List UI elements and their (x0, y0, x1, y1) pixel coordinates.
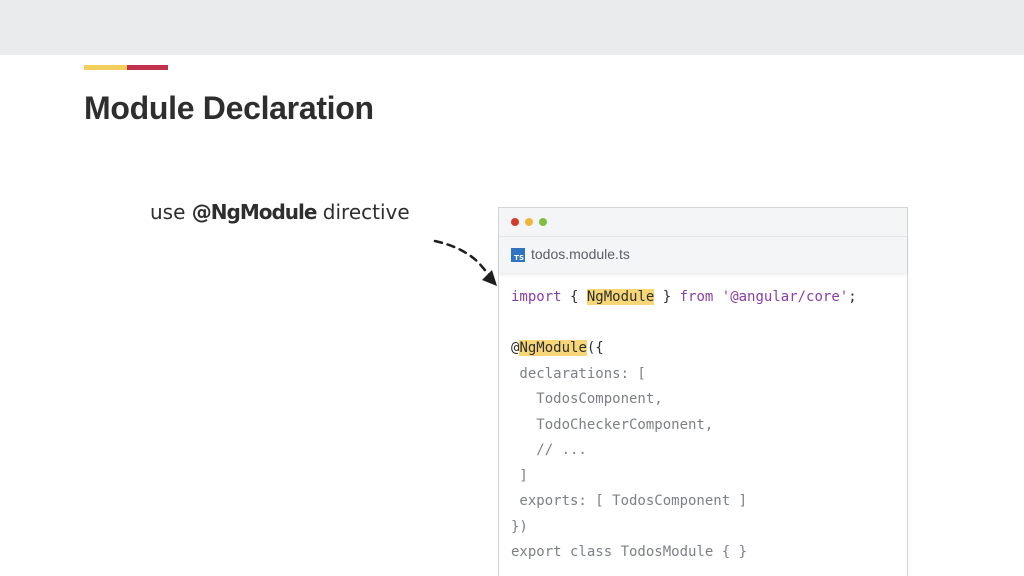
typescript-file-icon: TS (511, 248, 525, 262)
code-token: { (561, 289, 587, 305)
code-token-highlight: NgModule (519, 340, 587, 356)
tab-filename: todos.module.ts (531, 246, 630, 262)
code-line: export class TodosModule { } (511, 544, 748, 560)
code-token: '@angular/core' (721, 289, 849, 305)
editor-tab[interactable]: TS todos.module.ts (499, 236, 907, 273)
code-editor-window: TS todos.module.ts import { NgModule } f… (498, 207, 908, 576)
code-token: from (679, 289, 714, 305)
maximize-dot-icon[interactable] (539, 218, 547, 226)
slide-title: Module Declaration (84, 90, 374, 126)
close-dot-icon[interactable] (511, 218, 519, 226)
code-token: } (654, 289, 680, 305)
code-block: import { NgModule } from '@angular/core'… (511, 285, 857, 566)
annotation-text: use @NgModule directive (150, 200, 410, 224)
code-line: }) (511, 518, 528, 535)
accent-bar-yellow (84, 65, 127, 70)
code-token: import (511, 289, 562, 305)
minimize-dot-icon[interactable] (525, 218, 533, 226)
editor-titlebar (499, 208, 907, 236)
code-line: declarations: [ (511, 365, 646, 382)
annotation-prefix: use (150, 200, 192, 224)
code-token: ; (848, 289, 857, 305)
code-line: @NgModule({ (511, 336, 857, 362)
code-line: ] (511, 467, 528, 484)
annotation-suffix: directive (316, 200, 410, 224)
annotation-emphasis: @NgModule (191, 200, 318, 224)
code-line: // ... (511, 442, 587, 458)
code-token: ({ (586, 340, 604, 356)
code-line: import { NgModule } from '@angular/core'… (511, 285, 857, 311)
code-line: TodoCheckerComponent, (511, 416, 714, 433)
top-band (0, 0, 1024, 55)
code-line: exports: [ TodosComponent ] (511, 493, 748, 509)
accent-bar-red (127, 65, 168, 70)
code-line: TodosComponent, (511, 391, 663, 407)
code-token-highlight: NgModule (586, 289, 655, 305)
